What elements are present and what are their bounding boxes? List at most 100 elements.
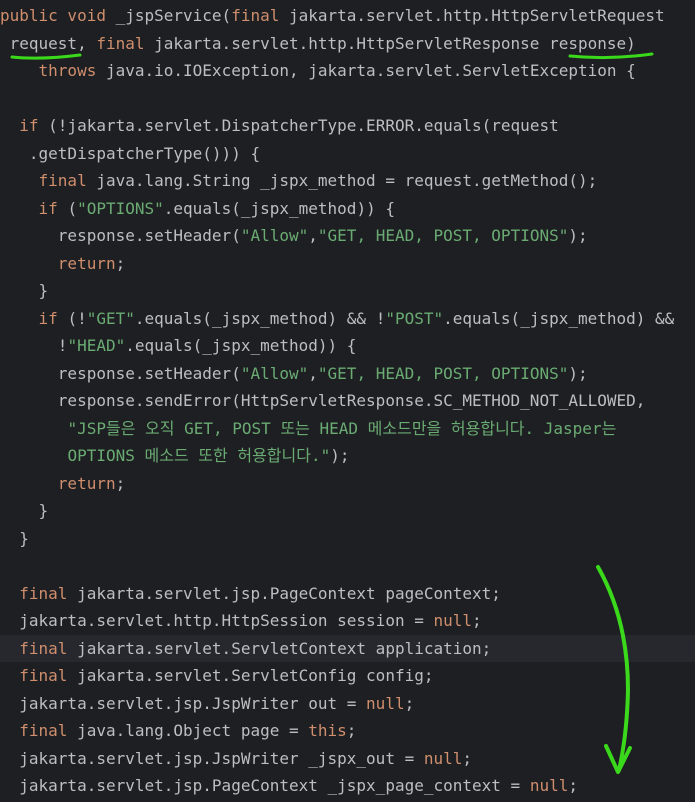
code-token-string: "GET"	[86, 308, 135, 328]
code-token-text: java.lang.Object page =	[77, 721, 309, 740]
code-token-string: "Allow"	[240, 226, 309, 245]
code-token-keyword: final	[38, 171, 97, 190]
code-token-text: !	[0, 336, 68, 355]
code-token-string: OPTIONS 메소드 또한 허용합니다."	[67, 446, 331, 465]
code-line[interactable]: .getDispatcherType())) {	[0, 140, 695, 167]
code-token-keyword: this	[308, 721, 347, 740]
code-line[interactable]: final java.lang.String _jspx_method = re…	[0, 167, 695, 194]
code-token-text: );	[568, 226, 588, 245]
code-token-keyword: throws	[38, 61, 106, 80]
code-token-keyword: null	[433, 611, 473, 630]
code-token-text: _jspService(	[115, 6, 232, 25]
code-line[interactable]: return;	[0, 250, 695, 277]
code-token-keyword: public void	[0, 6, 116, 25]
code-line[interactable]: final jakarta.servlet.ServletConfig conf…	[0, 662, 695, 689]
code-token-text: ,	[308, 226, 318, 245]
code-line[interactable]: response.setHeader("Allow","GET, HEAD, P…	[0, 360, 695, 387]
code-token-text: jakarta.servlet.ServletConfig config;	[77, 666, 434, 685]
code-token-keyword: if	[38, 308, 68, 328]
code-line[interactable]: OPTIONS 메소드 또한 허용합니다.");	[0, 442, 695, 469]
code-token-text: ;	[115, 253, 126, 273]
code-token-text: .equals(_jspx_method)) {	[163, 198, 395, 218]
code-token-text: ;	[115, 473, 126, 493]
code-token-text: jakarta.servlet.jsp.JspWriter _jspx_out …	[0, 748, 424, 768]
code-token-text: ;	[568, 776, 578, 795]
code-line[interactable]: }	[0, 277, 695, 304]
code-token-text: jakarta.servlet.ServletContext applicati…	[77, 638, 492, 658]
code-line[interactable]	[0, 552, 695, 579]
code-token-text: response.setHeader(	[0, 226, 241, 245]
code-line[interactable]: if (!"GET".equals(_jspx_method) && !"POS…	[0, 305, 695, 332]
code-line[interactable]: return;	[0, 470, 695, 497]
code-token-text: ;	[404, 693, 415, 713]
code-token-text: (!	[67, 308, 87, 328]
code-line[interactable]: jakarta.servlet.jsp.JspWriter out = null…	[0, 690, 695, 717]
code-token-text: .equals(_jspx_method) &&	[443, 308, 675, 328]
code-token-string: "OPTIONS"	[77, 198, 164, 218]
code-token-keyword: null	[529, 776, 569, 795]
code-line[interactable]: response.sendError(HttpServletResponse.S…	[0, 387, 695, 414]
code-line[interactable]: }	[0, 525, 695, 552]
code-line[interactable]: jakarta.servlet.jsp.PageContext _jspx_pa…	[0, 772, 695, 799]
code-line[interactable]: final jakarta.servlet.jsp.PageContext pa…	[0, 580, 695, 607]
code-token-text: );	[568, 363, 588, 383]
code-token-text: jakarta.servlet.jsp.JspWriter out =	[0, 693, 367, 713]
code-token-string: "GET, HEAD, POST, OPTIONS"	[317, 363, 569, 383]
code-token-text: jakarta.servlet.http.HttpSession session…	[0, 611, 434, 630]
code-line[interactable]: if ("OPTIONS".equals(_jspx_method)) {	[0, 195, 695, 222]
code-token-string: "Allow"	[240, 363, 309, 383]
code-token-string: "HEAD"	[67, 336, 126, 355]
code-token-text: jakarta.servlet.http.HttpServletRequest	[288, 6, 665, 25]
code-line[interactable]: "JSP들은 오직 GET, POST 또는 HEAD 메소드만을 허용합니다.…	[0, 415, 695, 442]
code-token-keyword: final	[96, 33, 155, 53]
code-token-keyword: if	[38, 198, 68, 218]
code-token-text: jakarta.servlet.http.HttpServletResponse…	[154, 33, 636, 53]
code-token-string: "POST"	[385, 308, 444, 328]
code-token-text: ;	[462, 748, 473, 768]
code-token-text: java.lang.String _jspx_method = request.…	[96, 171, 598, 190]
code-token-keyword: return	[57, 253, 116, 273]
code-line[interactable]: !"HEAD".equals(_jspx_method)) {	[0, 332, 695, 359]
code-editor[interactable]: public void _jspService(final jakarta.se…	[0, 0, 695, 802]
code-line[interactable]: if (!jakarta.servlet.DispatcherType.ERRO…	[0, 112, 695, 139]
code-token-text: (!jakarta.servlet.DispatcherType.ERROR.e…	[48, 116, 559, 135]
code-line[interactable]	[0, 85, 695, 112]
code-token-text: jakarta.servlet.jsp.PageContext pageCont…	[77, 583, 501, 603]
code-line[interactable]: jakarta.servlet.jsp.JspWriter _jspx_out …	[0, 745, 695, 772]
code-token-text: }	[0, 528, 29, 548]
code-token-keyword: final	[19, 721, 78, 740]
code-line[interactable]: }	[0, 497, 695, 524]
code-line[interactable]: jakarta.servlet.http.HttpSession session…	[0, 607, 695, 634]
code-token-string: "GET, HEAD, POST, OPTIONS"	[317, 226, 569, 245]
code-token-text: ,	[308, 363, 318, 383]
code-token-keyword: return	[57, 473, 116, 493]
code-line[interactable]: final java.lang.Object page = this;	[0, 717, 695, 744]
code-token-keyword: final	[19, 583, 78, 603]
code-line[interactable]: public void _jspService(final jakarta.se…	[0, 2, 695, 29]
code-line[interactable]: throws java.io.IOException, jakarta.serv…	[0, 57, 695, 84]
code-token-keyword: final	[19, 666, 78, 685]
code-token-text: ;	[472, 611, 482, 630]
code-line[interactable]: request, final jakarta.servlet.http.Http…	[0, 30, 695, 57]
code-line[interactable]: final jakarta.servlet.ServletContext app…	[0, 634, 695, 662]
code-token-text: request,	[0, 33, 97, 53]
code-token-keyword: null	[366, 693, 405, 713]
code-token-keyword: null	[423, 748, 463, 768]
code-token-text: .getDispatcherType())) {	[0, 143, 261, 163]
code-token-text: );	[330, 446, 350, 465]
code-token-string: "JSP들은 오직 GET, POST 또는 HEAD 메소드만을 허용합니다.…	[67, 418, 617, 438]
code-token-text: ;	[346, 721, 357, 740]
code-token-text: .equals(_jspx_method)) {	[125, 336, 357, 355]
code-line[interactable]: response.setHeader("Allow","GET, HEAD, P…	[0, 222, 695, 249]
